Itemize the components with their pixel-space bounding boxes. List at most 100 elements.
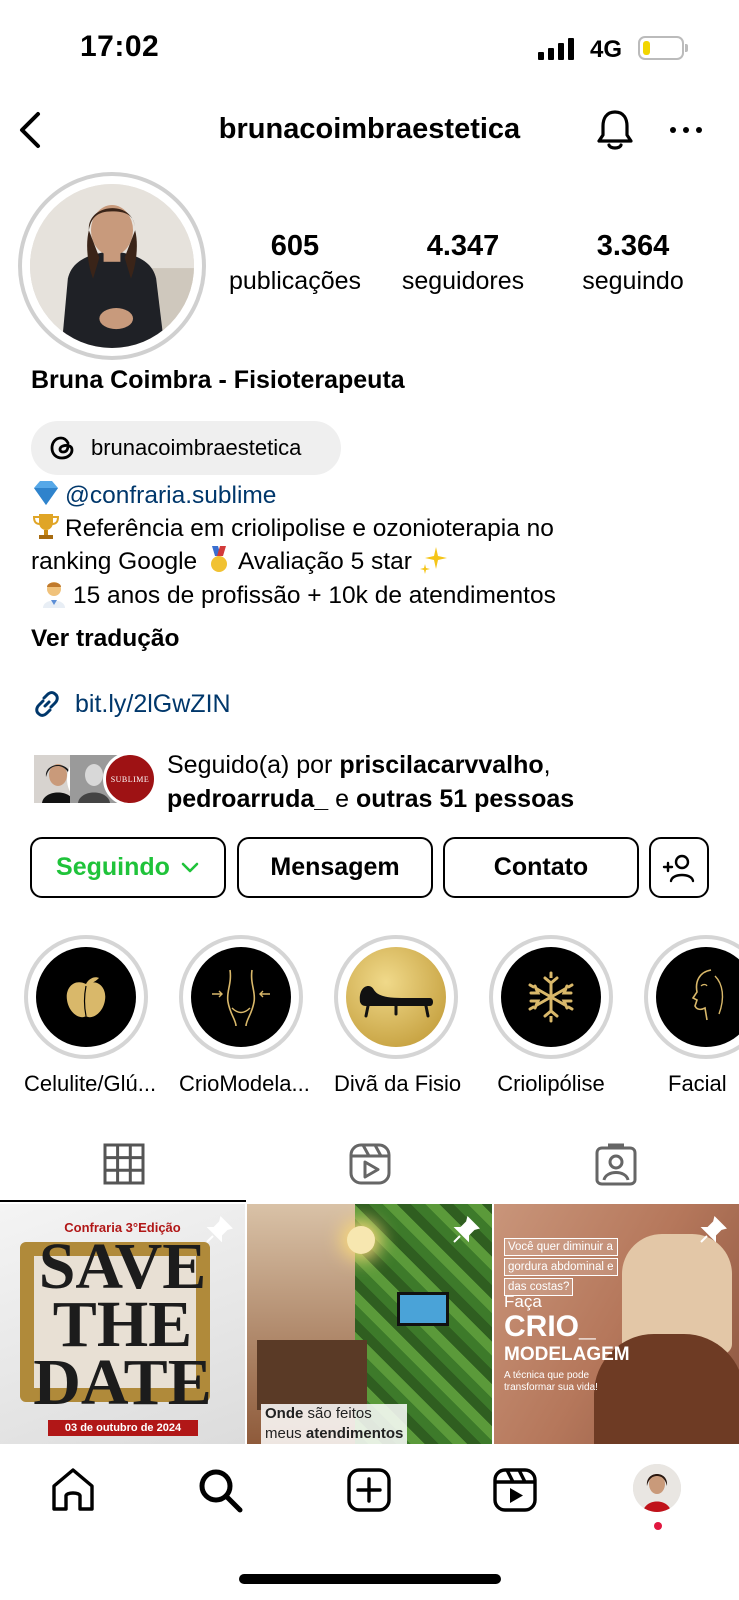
post3-q1: Você quer diminuir a bbox=[504, 1238, 618, 1256]
reels-tab-icon[interactable] bbox=[348, 1142, 392, 1186]
medal-icon bbox=[210, 546, 227, 572]
stat-followers-label: seguidores bbox=[401, 267, 525, 295]
bell-icon[interactable] bbox=[594, 108, 636, 152]
highlight-label: Criolipólise bbox=[497, 1071, 605, 1096]
link-icon bbox=[35, 691, 59, 717]
reels-icon[interactable] bbox=[491, 1466, 539, 1514]
post2-caption-b1: Onde bbox=[265, 1405, 304, 1422]
mutual-follower-2: pedroarruda_ bbox=[167, 785, 329, 813]
bio-line-4: 15 anos de profissão + 10k de atendiment… bbox=[31, 578, 556, 613]
highlight-label: Facial bbox=[668, 1071, 727, 1096]
message-button[interactable]: Mensagem bbox=[237, 837, 433, 898]
post3-modelagem: MODELAGEM bbox=[504, 1344, 630, 1365]
post1-big3: DATE bbox=[33, 1346, 212, 1419]
avatar-sublime-text: SUBLIME bbox=[110, 774, 150, 784]
home-icon[interactable] bbox=[49, 1466, 97, 1514]
highlight-diva-da-fisio[interactable]: Divã da Fisio bbox=[334, 935, 462, 1097]
highlight-celulite[interactable]: Celulite/Glú... bbox=[24, 935, 157, 1097]
translate-link[interactable]: Ver tradução bbox=[31, 625, 179, 653]
threads-handle: brunacoimbraestetica bbox=[91, 435, 302, 460]
search-icon[interactable] bbox=[196, 1466, 244, 1514]
followed-prefix: Seguido(a) por bbox=[167, 751, 333, 779]
post3-sub2: transformar sua vida! bbox=[504, 1382, 598, 1393]
highlight-criolipolise[interactable]: Criolipólise bbox=[489, 935, 613, 1097]
profile-avatar[interactable] bbox=[18, 172, 206, 360]
post1-date: 03 de outubro de 2024 bbox=[48, 1420, 198, 1436]
post-thumbnail[interactable]: Confraria 3°Edição SAVE THE DATE 03 de o… bbox=[0, 1204, 245, 1445]
body-contour-icon bbox=[212, 969, 270, 1027]
external-link-text: bit.ly/2lGwZIN bbox=[75, 689, 231, 718]
mutual-follower-1: priscilacarvvalho bbox=[339, 751, 544, 779]
post2-caption-2: meus bbox=[265, 1425, 306, 1442]
display-name: Bruna Coimbra - Fisioterapeuta bbox=[31, 366, 405, 394]
create-post-icon[interactable] bbox=[345, 1466, 393, 1514]
followed-separator: , bbox=[543, 751, 551, 779]
bio-line-1: @confraria.sublime bbox=[31, 478, 276, 513]
following-button-label: Seguindo bbox=[56, 853, 170, 881]
gem-icon bbox=[34, 481, 58, 505]
trophy-icon bbox=[32, 514, 60, 539]
post-thumbnail[interactable]: Você quer diminuir a gordura abdominal e… bbox=[494, 1204, 739, 1445]
bio-line-3: ranking Google Avaliação 5 star bbox=[31, 544, 453, 579]
face-profile-icon bbox=[691, 969, 724, 1021]
post3-sub: A técnica que pode transformar sua vida! bbox=[504, 1370, 598, 1394]
signal-icon bbox=[538, 38, 574, 60]
notification-dot bbox=[654, 1522, 662, 1530]
stat-followers[interactable]: 4.347 seguidores bbox=[388, 230, 538, 296]
highlight-criomodelagem[interactable]: CrioModela... bbox=[179, 935, 310, 1097]
status-time: 17:02 bbox=[80, 30, 160, 63]
chevron-down-icon bbox=[181, 862, 199, 872]
profile-nav-avatar[interactable] bbox=[633, 1464, 681, 1512]
post3-q2: gordura abdominal e bbox=[504, 1258, 618, 1276]
external-link[interactable]: bit.ly/2lGwZIN bbox=[31, 688, 231, 720]
message-button-label: Mensagem bbox=[270, 853, 400, 881]
followed-and: e bbox=[335, 785, 350, 813]
bio-text-3a: ranking Google bbox=[31, 548, 198, 575]
battery-icon bbox=[638, 36, 688, 60]
stat-followers-count: 4.347 bbox=[426, 230, 500, 262]
health-worker-icon bbox=[43, 582, 65, 608]
pin-icon bbox=[453, 1216, 480, 1243]
highlight-label: CrioModela... bbox=[179, 1071, 310, 1096]
mutual-followers-avatars[interactable]: SUBLIME bbox=[31, 752, 157, 808]
bio-mention-link[interactable]: @confraria.sublime bbox=[65, 482, 276, 509]
grid-tab-icon[interactable] bbox=[102, 1142, 146, 1186]
post3-question: Você quer diminuir a gordura abdominal e… bbox=[504, 1238, 618, 1296]
avatar: SUBLIME bbox=[103, 752, 157, 806]
more-options-icon[interactable] bbox=[668, 120, 704, 140]
sparkles-icon bbox=[419, 547, 447, 574]
bio-line-2: Referência em criolipolise e ozonioterap… bbox=[31, 511, 554, 546]
highlight-label: Celulite/Glú... bbox=[24, 1071, 157, 1096]
active-tab-indicator bbox=[0, 1200, 246, 1202]
post-thumbnail[interactable]: Onde são feitos meus atendimentos bbox=[247, 1204, 492, 1445]
add-person-icon bbox=[662, 854, 695, 882]
stat-following[interactable]: 3.364 seguindo bbox=[558, 230, 708, 296]
post1-big-text: SAVE THE DATE bbox=[0, 1234, 245, 1419]
stat-following-label: seguindo bbox=[582, 267, 684, 295]
mutual-followers-others: outras 51 pessoas bbox=[355, 785, 575, 813]
post2-caption-b2: atendimentos bbox=[305, 1425, 404, 1442]
highlight-facial[interactable]: Facial bbox=[644, 935, 739, 1097]
network-label: 4G bbox=[590, 36, 623, 63]
stat-posts-count: 605 bbox=[270, 230, 320, 262]
followed-by-text[interactable]: Seguido(a) por priscilacarvvalho, pedroa… bbox=[167, 748, 574, 816]
bio-text-3b: Avaliação 5 star bbox=[237, 548, 412, 575]
pin-icon bbox=[700, 1216, 727, 1243]
stat-following-count: 3.364 bbox=[596, 230, 670, 262]
stat-posts[interactable]: 605 publicações bbox=[220, 230, 370, 296]
stat-posts-label: publicações bbox=[228, 267, 362, 295]
post2-caption: Onde são feitos meus atendimentos bbox=[261, 1404, 408, 1444]
profile-photo bbox=[30, 184, 194, 348]
suggest-people-button[interactable] bbox=[649, 837, 709, 898]
chaise-icon bbox=[359, 986, 433, 1018]
following-button[interactable]: Seguindo bbox=[30, 837, 226, 898]
post3-crio: CRIO_ bbox=[504, 1310, 596, 1343]
peach-icon bbox=[66, 977, 106, 1018]
pin-icon bbox=[206, 1216, 233, 1243]
post2-caption-1: são feitos bbox=[303, 1405, 372, 1422]
highlight-label: Divã da Fisio bbox=[334, 1071, 462, 1096]
contact-button[interactable]: Contato bbox=[443, 837, 639, 898]
tagged-tab-icon[interactable] bbox=[594, 1142, 638, 1186]
threads-icon bbox=[50, 436, 74, 460]
threads-badge[interactable]: brunacoimbraestetica bbox=[31, 421, 341, 475]
